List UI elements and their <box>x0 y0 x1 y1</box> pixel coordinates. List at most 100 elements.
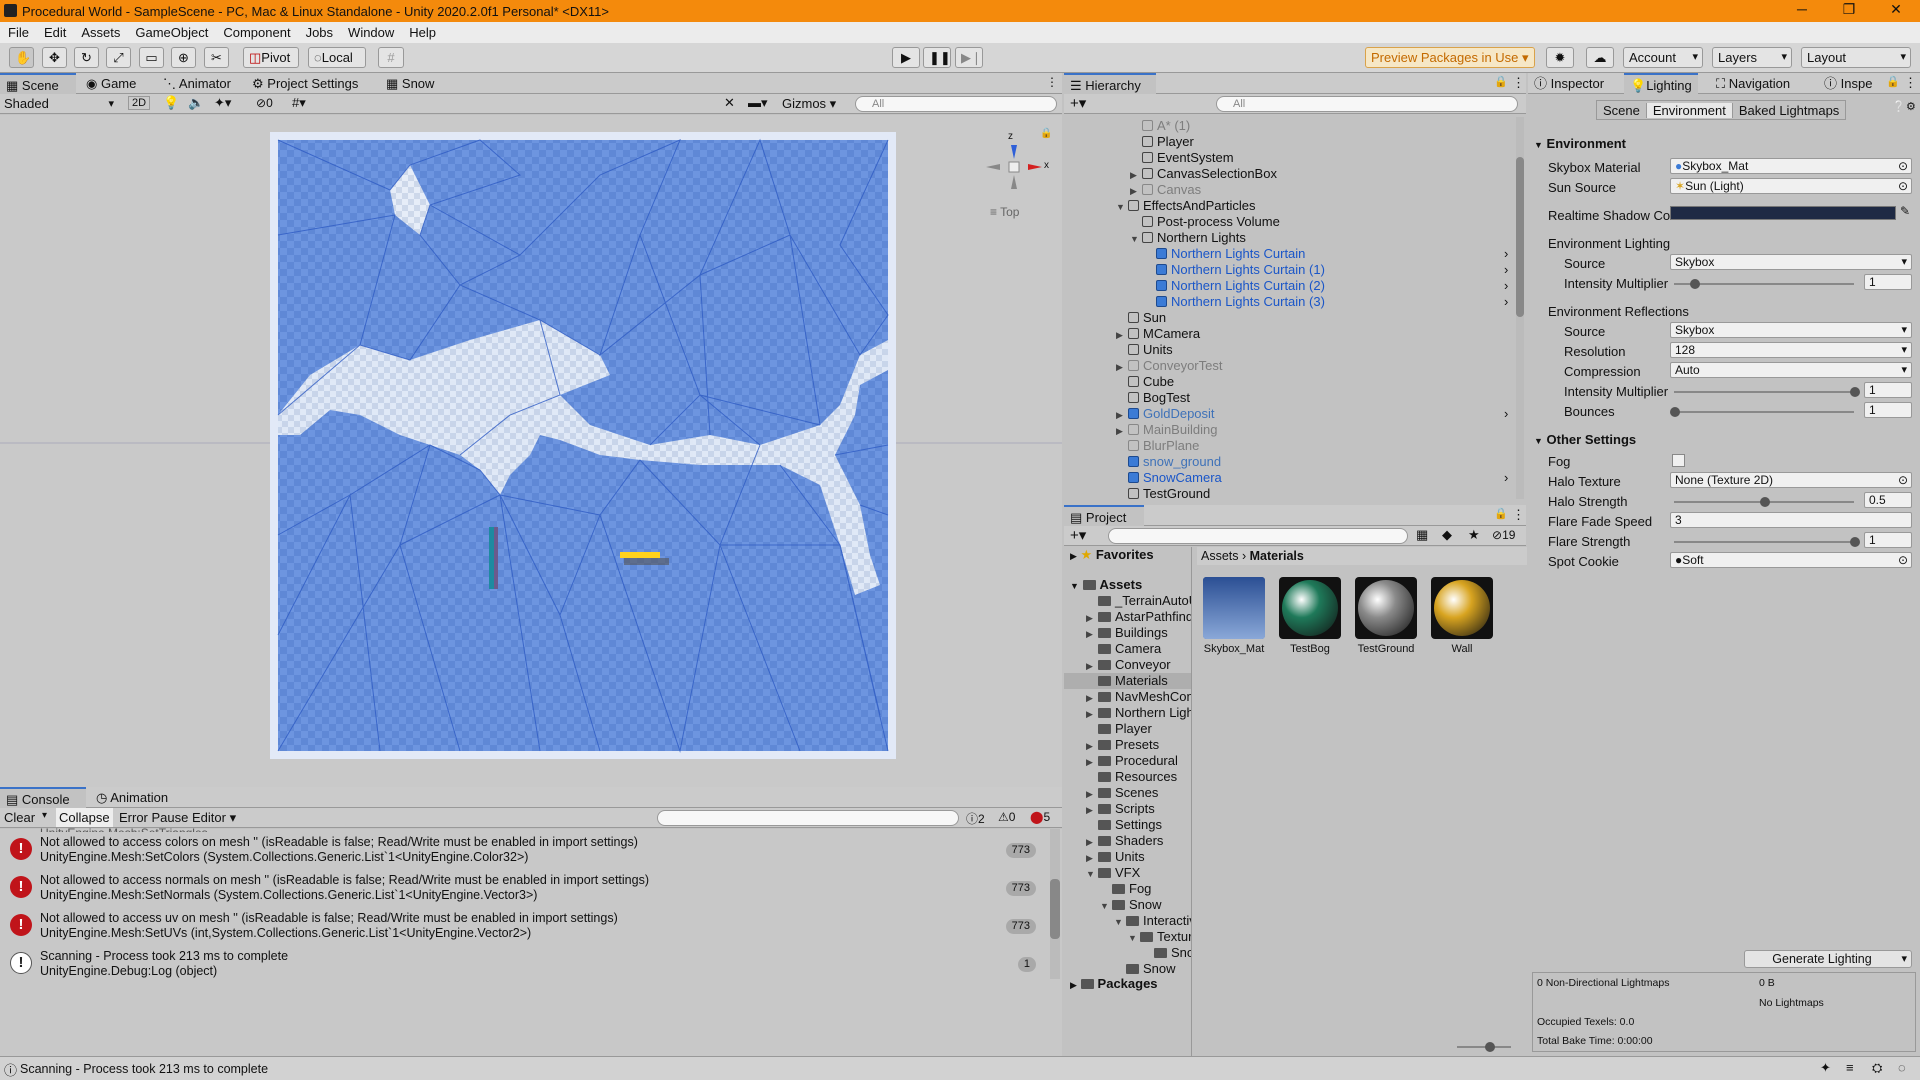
error-count[interactable]: ⬤5 <box>1030 810 1050 824</box>
progress-icon[interactable]: ≡ <box>1846 1060 1854 1075</box>
folder-item[interactable]: Resources <box>1086 769 1177 785</box>
rotate-tool-icon[interactable]: ↻ <box>74 47 99 68</box>
generate-lighting-button[interactable]: Generate Lighting <box>1744 950 1912 968</box>
object-picker-icon[interactable]: ⊙ <box>1898 473 1908 487</box>
project-lock-icon[interactable]: 🔒 <box>1494 507 1508 520</box>
console-entry[interactable]: ! Scanning - Process took 213 ms to compl… <box>0 949 1050 980</box>
folder-item[interactable]: ▼ Interactiv <box>1114 913 1191 930</box>
object-picker-icon[interactable]: ⊙ <box>1898 553 1908 567</box>
custom-tool-icon[interactable]: ✂ <box>204 47 229 68</box>
folder-item[interactable]: ▶ NavMeshCom <box>1086 689 1191 705</box>
fold-closed-icon[interactable]: ▶ <box>1116 407 1128 423</box>
view-gizmo[interactable]: z x 🔒 <box>978 121 1052 201</box>
folder-item[interactable]: ▶ Presets <box>1086 737 1159 753</box>
filter-type-icon[interactable]: ▦ <box>1416 527 1428 543</box>
camera-icon[interactable]: ▬▾ <box>748 95 768 111</box>
env-intensity-input[interactable]: 1 <box>1864 274 1912 290</box>
prefab-arrow-icon[interactable]: › <box>1504 294 1508 310</box>
prefab-arrow-icon[interactable]: › <box>1504 278 1508 294</box>
hierarchy-lock-icon[interactable]: 🔒 <box>1494 75 1508 88</box>
step-button[interactable]: ▶❘ <box>955 47 983 68</box>
tab-lighting[interactable]: 💡Lighting <box>1624 73 1698 94</box>
folder-item[interactable]: ▼ VFX <box>1086 865 1140 881</box>
folder-item[interactable]: ▼ Textur <box>1128 929 1191 946</box>
breadcrumb-materials[interactable]: Materials <box>1250 549 1304 563</box>
move-tool-icon[interactable]: ✥ <box>42 47 67 68</box>
tab-snow[interactable]: ▦ Snow <box>380 73 440 94</box>
object-picker-icon[interactable]: ⊙ <box>1898 159 1908 173</box>
hierarchy-scrollbar[interactable] <box>1516 117 1524 499</box>
prefab-arrow-icon[interactable]: › <box>1504 246 1508 262</box>
menu-gameobject[interactable]: GameObject <box>135 22 208 43</box>
status-text[interactable]: Scanning - Process took 213 ms to comple… <box>20 1062 268 1076</box>
favorite-star-icon[interactable]: ★ <box>1468 527 1480 543</box>
maximize-icon[interactable]: ❐ <box>1829 1 1869 18</box>
project-create-dropdown[interactable]: +▾ <box>1070 526 1086 544</box>
hierarchy-item[interactable]: Sun <box>1116 310 1166 326</box>
folder-item[interactable]: Player <box>1086 721 1152 737</box>
hierarchy-item[interactable]: ▶ MCamera <box>1116 326 1200 342</box>
hierarchy-item[interactable]: ▶ ConveyorTest <box>1116 358 1222 374</box>
fold-closed-icon[interactable]: ▶ <box>1086 738 1098 754</box>
assets-root[interactable]: ▼ Assets <box>1070 577 1142 593</box>
refl-source-dropdown[interactable]: Skybox <box>1670 322 1912 338</box>
hierarchy-item[interactable]: ▶ MainBuilding <box>1116 422 1217 438</box>
hierarchy-item[interactable]: Cube <box>1116 374 1174 390</box>
scene-viewport[interactable]: z x 🔒 ≡ Top <box>0 115 1062 787</box>
inspector-lock-icon[interactable]: 🔒 <box>1886 75 1900 88</box>
resolution-dropdown[interactable]: 128 <box>1670 342 1912 358</box>
sun-source-field[interactable]: ✶Sun (Light) ⊙ <box>1670 178 1912 194</box>
fold-closed-icon[interactable]: ▶ <box>1086 786 1098 802</box>
eyedropper-icon[interactable]: ✎ <box>1900 204 1910 218</box>
asset-tile[interactable]: Wall <box>1427 577 1497 655</box>
hand-tool-icon[interactable]: ✋ <box>9 47 34 68</box>
hierarchy-item[interactable]: ▶ GoldDeposit <box>1116 406 1215 422</box>
hierarchy-item[interactable]: ▼ Northern Lights <box>1130 230 1246 246</box>
fold-closed-icon[interactable]: ▶ <box>1086 626 1098 642</box>
flare-strength-input[interactable]: 1 <box>1864 532 1912 548</box>
menu-window[interactable]: Window <box>348 22 394 43</box>
hierarchy-item[interactable]: Northern Lights Curtain <box>1144 246 1305 262</box>
fold-closed-icon[interactable]: ▶ <box>1116 423 1128 439</box>
folder-item[interactable]: Snow <box>1114 961 1176 977</box>
shading-dropdown[interactable]: Shaded <box>2 95 118 113</box>
transform-tool-icon[interactable]: ⊕ <box>171 47 196 68</box>
tab-animation[interactable]: ◷ Animation <box>90 787 174 808</box>
folder-item[interactable]: Settings <box>1086 817 1162 833</box>
subtab-scene[interactable]: Scene <box>1597 102 1647 118</box>
spot-cookie-field[interactable]: ●Soft ⊙ <box>1670 552 1912 568</box>
fold-open-icon[interactable]: ▼ <box>1114 914 1126 930</box>
fold-open-icon[interactable]: ▼ <box>1116 199 1128 215</box>
fog-checkbox[interactable] <box>1672 454 1685 467</box>
fold-open-icon[interactable]: ▼ <box>1086 866 1098 882</box>
favorites-section[interactable]: ▶ ★ Favorites <box>1070 547 1154 563</box>
folder-item[interactable]: ▶ Procedural <box>1086 753 1178 769</box>
hidden-objects-icon[interactable]: ⊘0 <box>256 96 273 110</box>
thumbnail-size-slider[interactable] <box>1457 1042 1511 1052</box>
fold-closed-icon[interactable]: ▶ <box>1086 802 1098 818</box>
fold-closed-icon[interactable]: ▶ <box>1130 167 1142 183</box>
bounces-input[interactable]: 1 <box>1864 402 1912 418</box>
console-search-input[interactable] <box>657 810 959 826</box>
clear-dropdown-icon[interactable]: ▾ <box>42 810 47 821</box>
lighting-toggle-icon[interactable]: 💡 <box>163 95 179 111</box>
halo-strength-input[interactable]: 0.5 <box>1864 492 1912 508</box>
hierarchy-item[interactable]: BogTest <box>1116 390 1190 406</box>
rect-tool-icon[interactable]: ▭ <box>139 47 164 68</box>
inspector-menu-icon[interactable]: ⋮ <box>1904 75 1917 91</box>
toggle-2d[interactable]: 2D <box>128 96 151 110</box>
console-scrollbar[interactable] <box>1050 829 1060 979</box>
clear-button[interactable]: Clear <box>4 810 35 825</box>
asset-tile[interactable]: Skybox_Mat <box>1199 577 1269 655</box>
halo-strength-slider[interactable] <box>1674 497 1854 507</box>
hierarchy-item[interactable]: Northern Lights Curtain (3) <box>1144 294 1325 310</box>
fold-closed-icon[interactable]: ▶ <box>1116 327 1128 343</box>
hierarchy-item[interactable]: SnowCamera <box>1116 470 1222 486</box>
fold-open-icon[interactable]: ▼ <box>1128 930 1140 946</box>
hierarchy-menu-icon[interactable]: ⋮ <box>1512 75 1525 91</box>
menu-assets[interactable]: Assets <box>81 22 120 43</box>
shadow-color-swatch[interactable] <box>1670 206 1896 220</box>
fold-closed-icon[interactable]: ▶ <box>1116 359 1128 375</box>
gizmos-dropdown[interactable]: Gizmos ▾ <box>782 96 836 112</box>
hierarchy-item[interactable]: TestGround <box>1116 486 1210 502</box>
